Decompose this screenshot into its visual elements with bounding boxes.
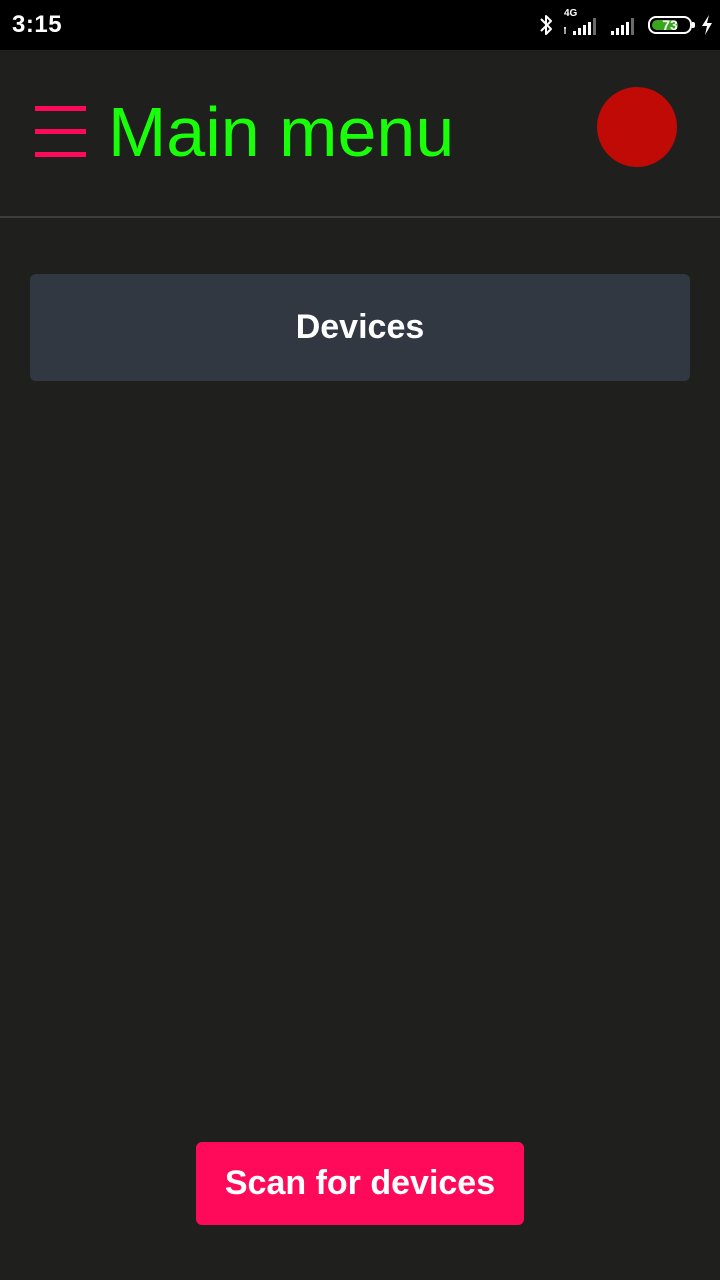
scan-button-label: Scan for devices — [224, 1164, 496, 1202]
signal-icon-sim2 — [610, 12, 640, 38]
app-screen: 3:15 4G 73 Main menu Devices Scan for de… — [0, 0, 720, 1280]
app-header: Main menu — [0, 50, 720, 218]
devices-button[interactable]: Devices — [30, 274, 690, 381]
connection-status-indicator — [597, 87, 677, 167]
page-title: Main menu — [108, 93, 455, 171]
battery-tip — [692, 22, 695, 28]
bluetooth-icon — [538, 12, 554, 38]
devices-label: Devices — [295, 308, 425, 346]
status-bar: 3:15 4G 73 — [0, 0, 720, 50]
network-type-label: 4G — [564, 8, 578, 19]
hamburger-menu-icon[interactable] — [30, 100, 92, 164]
menu-bar-bottom — [35, 152, 86, 157]
status-icons: 4G 73 — [538, 8, 714, 40]
battery-level: 73 — [662, 17, 678, 33]
charging-bolt-icon — [700, 14, 714, 36]
battery-icon: 73 — [648, 16, 695, 34]
status-time: 3:15 — [12, 11, 63, 38]
signal-group-sim1: 4G — [562, 8, 602, 38]
scan-for-devices-button[interactable]: Scan for devices — [196, 1142, 524, 1225]
menu-bar-top — [35, 106, 86, 111]
menu-bar-middle — [35, 129, 86, 134]
